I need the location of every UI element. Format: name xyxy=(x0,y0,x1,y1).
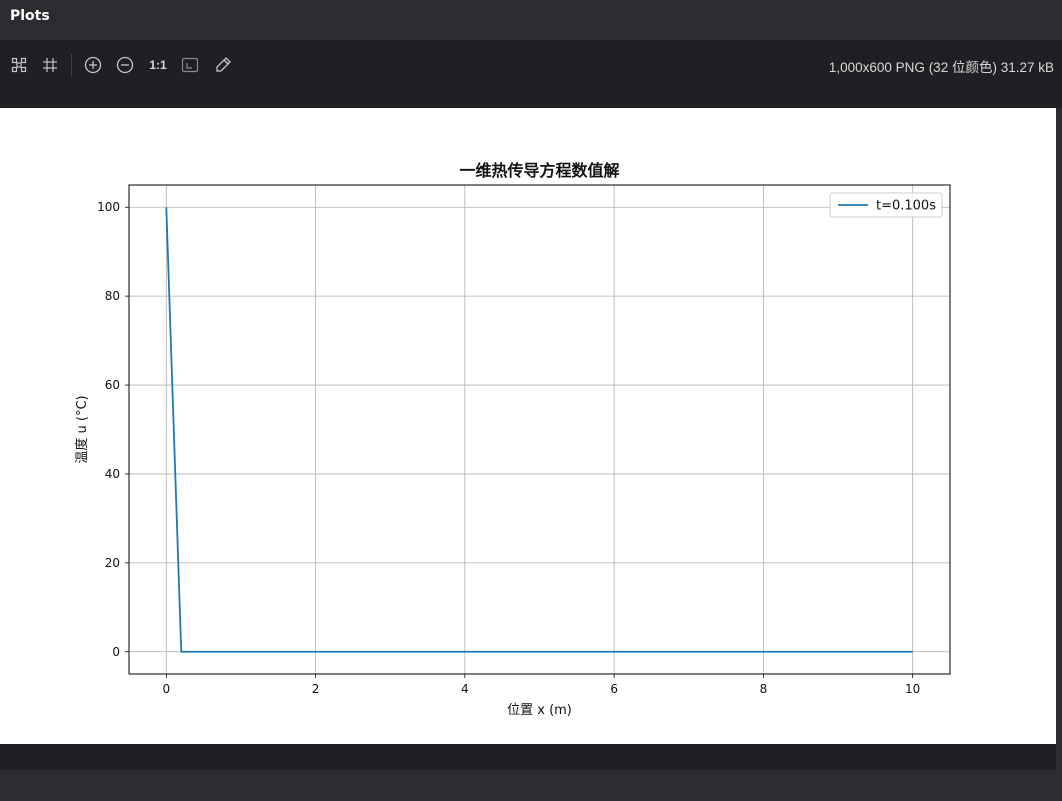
y-tick-label: 20 xyxy=(105,556,120,570)
y-tick-label: 100 xyxy=(97,200,120,214)
toolbar: 1:1 1,000x600 PNG (32 位颜色) 31.27 kB xyxy=(0,40,1062,108)
axes-frame xyxy=(128,184,951,675)
x-tick-label: 10 xyxy=(905,682,920,696)
status-bar xyxy=(0,744,1056,770)
grid-layer xyxy=(129,185,950,674)
y-tick-label: 40 xyxy=(105,467,120,481)
line-chart: 0 2 4 6 8 10020406080100 一维热传导方程数值解 位置 x (m) … xyxy=(74,161,951,718)
y-axis-label: 温度 u (°C) xyxy=(74,395,90,463)
bottom-panel xyxy=(0,770,1062,801)
toolbar-separator xyxy=(71,54,72,76)
background-icon[interactable] xyxy=(179,54,201,76)
panel-title: Plots xyxy=(0,0,1062,34)
legend: t=0.100s xyxy=(829,192,943,218)
y-tick-label: 60 xyxy=(105,378,120,392)
y-tick-label: 0 xyxy=(112,645,120,659)
x-tick-label: 8 xyxy=(760,682,768,696)
x-tick-label: 2 xyxy=(312,682,320,696)
legend-label-0: t=0.100s xyxy=(876,199,936,214)
color-picker-icon[interactable] xyxy=(212,54,234,76)
tick-layer: 0 2 4 6 8 10020406080100 xyxy=(97,200,920,696)
x-tick-label: 4 xyxy=(461,682,469,696)
x-tick-label: 6 xyxy=(610,682,618,696)
plot-area: 0 2 4 6 8 10 0 20 40 60 80 100 一维热传导方程数值解 位置 x (m) … xyxy=(0,108,1056,744)
fit-icon[interactable] xyxy=(8,54,30,76)
crop-icon[interactable] xyxy=(39,54,61,76)
zoom-in-icon[interactable] xyxy=(82,54,104,76)
image-info: 1,000x600 PNG (32 位颜色) 31.27 kB xyxy=(828,60,1054,75)
scroll-gutter xyxy=(1056,108,1062,744)
line-layer xyxy=(165,207,913,653)
actual-size-button[interactable]: 1:1 xyxy=(147,54,169,76)
y-tick-label: 80 xyxy=(105,289,120,303)
actual-size-label: 1:1 xyxy=(149,58,167,72)
series-line-0 xyxy=(165,207,913,653)
x-tick-label: 0 xyxy=(162,682,170,696)
x-axis-label: 位置 x (m) xyxy=(507,703,572,718)
zoom-out-icon[interactable] xyxy=(114,54,136,76)
chart-title: 一维热传导方程数值解 xyxy=(459,161,619,180)
